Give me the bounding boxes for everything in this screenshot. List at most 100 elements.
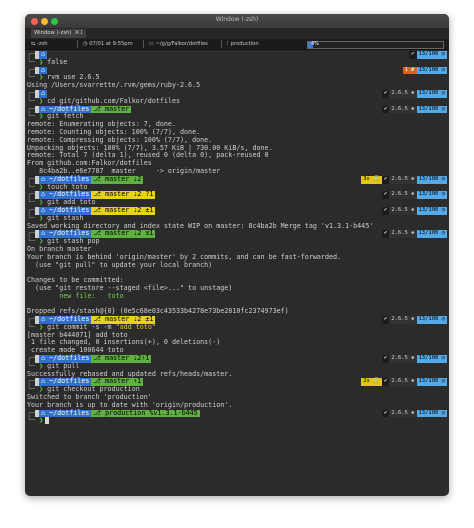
prompt-corner: ╰─: [27, 112, 40, 121]
prompt-arrow: ❯: [39, 385, 48, 394]
prompt-arrow: ❯: [39, 112, 48, 121]
prompt-git-branch: ⎇ master ⇣2 ±1: [91, 205, 156, 215]
command-text: git commit -s -m: [47, 322, 116, 331]
ruby-version: 2.6.5 ◈: [389, 230, 417, 239]
terminal-line: ╭─ ⌂ ~/dotfiles ⎇ master ⇣2⇡1 ✔ 2.6.5 ◈ 13/100…: [27, 354, 447, 363]
title-bar[interactable]: Window (-zsh): [25, 14, 449, 28]
prompt-corner: ╭─: [27, 174, 36, 183]
prompt-arrow: ❯: [39, 96, 48, 105]
output-text: Using /Users/svarrette/.rvm/gems/ruby-2.…: [27, 81, 201, 90]
command-duration: 2s ⌛: [361, 378, 382, 387]
terminal-line: new file: toto: [27, 291, 447, 301]
check-icon: ✔: [382, 175, 390, 184]
output-text: remote: Compressing objects: 100% (7/7),…: [27, 135, 213, 144]
terminal-line: Using /Users/svarrette/.rvm/gems/ruby-2.…: [27, 81, 447, 90]
ruby-version: 2.6.5 ◈: [389, 105, 417, 114]
terminal-line: ╰─ ❯ git add toto: [27, 198, 447, 207]
prompt-corner: ╰─: [27, 198, 40, 207]
terminal-line: ╭─ ⌂ ~/dotfiles ⎇ production %v1.3.1-b445 ✔ 2…: [27, 408, 447, 418]
terminal-line: create mode 100644 toto: [27, 346, 447, 355]
prompt-arrow: ❯: [39, 57, 48, 66]
prompt-git-branch: ⎇ master ⇣2: [91, 174, 144, 184]
prompt-arrow: ❯: [39, 198, 48, 207]
prompt-right: ✔ 2.6.5 ◈ 13/100 ◷: [382, 191, 447, 200]
check-icon: ✔: [382, 89, 390, 98]
output-text: (use "git pull" to update your local bra…: [27, 260, 213, 269]
status-datetime: ◷ 07/01 at 9:55pm: [83, 41, 133, 47]
prompt-corner: ╭─: [27, 88, 36, 97]
prompt-right: ✔ 2.6.5 ◈ 13/100 ◷: [382, 355, 447, 363]
terminal-output[interactable]: ╭─ ⌂ ✔ 13/100 ◷ ╰─ ❯ false ╭─ ⌂ 1 ✘ 13/100 ◷ ╰─ ❯…: [27, 50, 447, 425]
history-counter: 13/100 ◷: [416, 378, 447, 387]
output-text: On branch master: [27, 244, 92, 253]
command-text: git stash pop: [47, 237, 100, 246]
check-icon: ✔: [382, 191, 390, 200]
terminal-line: (use "git pull" to update your local bra…: [27, 260, 447, 270]
cpu-progress-bar: 4%: [307, 40, 444, 49]
prompt-arrow: ❯: [39, 416, 44, 425]
status-shell: ⇆ -zsh: [31, 41, 48, 47]
window-title: Window (-zsh): [215, 16, 259, 23]
prompt-corner: ╰─: [27, 57, 40, 66]
history-counter: 13/100 ◷: [416, 316, 447, 324]
prompt-git-branch: ⎇ master: [91, 104, 132, 114]
command-text: git checkout production: [47, 385, 140, 394]
terminal-window: Window (-zsh) Window (-zsh) ⌘1 ⇆ -zsh ◷ 0…: [25, 14, 449, 496]
history-counter: 13/100 ◷: [416, 355, 447, 363]
output-text: Your branch is behind 'origin/master' by…: [27, 252, 342, 261]
prompt-right: ✔ 2.6.5 ◈ 13/100 ◷: [382, 206, 447, 215]
prompt-arrow: ❯: [39, 213, 48, 222]
check-icon: ✔: [409, 51, 417, 59]
divider: [221, 40, 222, 48]
terminal-line: ╰─ ❯ false: [27, 57, 447, 67]
history-counter: 13/100 ◷: [416, 206, 447, 215]
prompt-right: ✔ 2.6.5 ◈ 13/100 ◷: [382, 316, 447, 324]
output-text: (use "git restore --staged <file>..." to…: [27, 283, 233, 292]
terminal-line: ╭─ ⌂ ~/dotfiles ⎇ master ⇣2 ±1 ✔ 2.6.5 ◈ 13/10…: [27, 205, 447, 215]
command-text: git fetch: [47, 112, 84, 121]
command-duration: 3s ⌛: [361, 175, 382, 184]
history-counter: 13/100 ◷: [416, 51, 447, 59]
prompt-corner: ╭─: [27, 354, 36, 363]
history-counter: 13/100 ◷: [416, 409, 447, 418]
ruby-version: 2.6.5 ◈: [389, 355, 417, 363]
prompt-right: 1 ✘ 13/100 ◷: [402, 66, 447, 75]
prompt-git-branch: ⎇ production %v1.3.1-b445: [91, 408, 200, 418]
output-text: Dropped refs/stash@{0} (0e5c68e03c43533b…: [27, 307, 289, 316]
prompt-arrow: ❯: [39, 237, 48, 246]
output-text: 8c4ba2b..e6e7787 master -> origin/master: [27, 166, 221, 175]
prompt-right: ✔ 2.6.5 ◈ 13/100 ◷: [382, 230, 447, 239]
ruby-version: 2.6.5 ◈: [389, 316, 417, 324]
terminal-line: Saved working directory and index state …: [27, 221, 447, 231]
terminal-cursor[interactable]: [45, 417, 50, 425]
output-text: new file: toto: [27, 291, 124, 300]
output-text: Switched to branch 'production': [27, 393, 152, 402]
terminal-line: Dropped refs/stash@{0} (0e5c68e03c43533b…: [27, 307, 447, 316]
prompt-corner: ╭─: [27, 315, 36, 324]
prompt-corner: ╰─: [27, 213, 40, 222]
check-icon: ✔: [382, 409, 390, 418]
output-text: Successfully rebased and updated refs/he…: [27, 369, 233, 378]
clock-icon: ◷: [83, 41, 88, 47]
command-text: false: [47, 57, 68, 66]
prompt-arrow: ❯: [39, 361, 48, 370]
ruby-version: 2.6.5 ◈: [389, 409, 417, 418]
output-text: Changes to be committed:: [27, 276, 124, 285]
tab-zsh[interactable]: Window (-zsh) ⌘1: [31, 29, 87, 38]
terminal-line: 8c4ba2b..e6e7787 master -> origin/master: [27, 166, 447, 176]
prompt-corner: ╰─: [27, 96, 40, 105]
command-text: git pull: [47, 361, 80, 370]
exit-status-error: 1 ✘: [402, 66, 417, 75]
output-text: 1 file changed, 0 insertions(+), 0 delet…: [27, 338, 221, 347]
terminal-line: ╭─ ⌂ ✔ 13/100 ◷: [27, 50, 447, 59]
prompt-arrow: ❯: [39, 73, 48, 82]
prompt-arrow: ❯: [39, 322, 48, 331]
command-text: cd git/github.com/Falkor/dotfiles: [47, 96, 181, 105]
prompt-corner: ╰─: [27, 237, 40, 246]
prompt-corner: ╭─: [27, 50, 36, 58]
output-text: Saved working directory and index state …: [27, 221, 374, 230]
tab-label: Window (-zsh): [34, 30, 72, 36]
prompt-right: 2s ⌛ ✔ 2.6.5 ◈ 13/100 ◷: [361, 378, 447, 387]
prompt-dir: ~/dotfiles: [47, 408, 92, 418]
ruby-version: 2.6.5 ◈: [389, 206, 417, 215]
